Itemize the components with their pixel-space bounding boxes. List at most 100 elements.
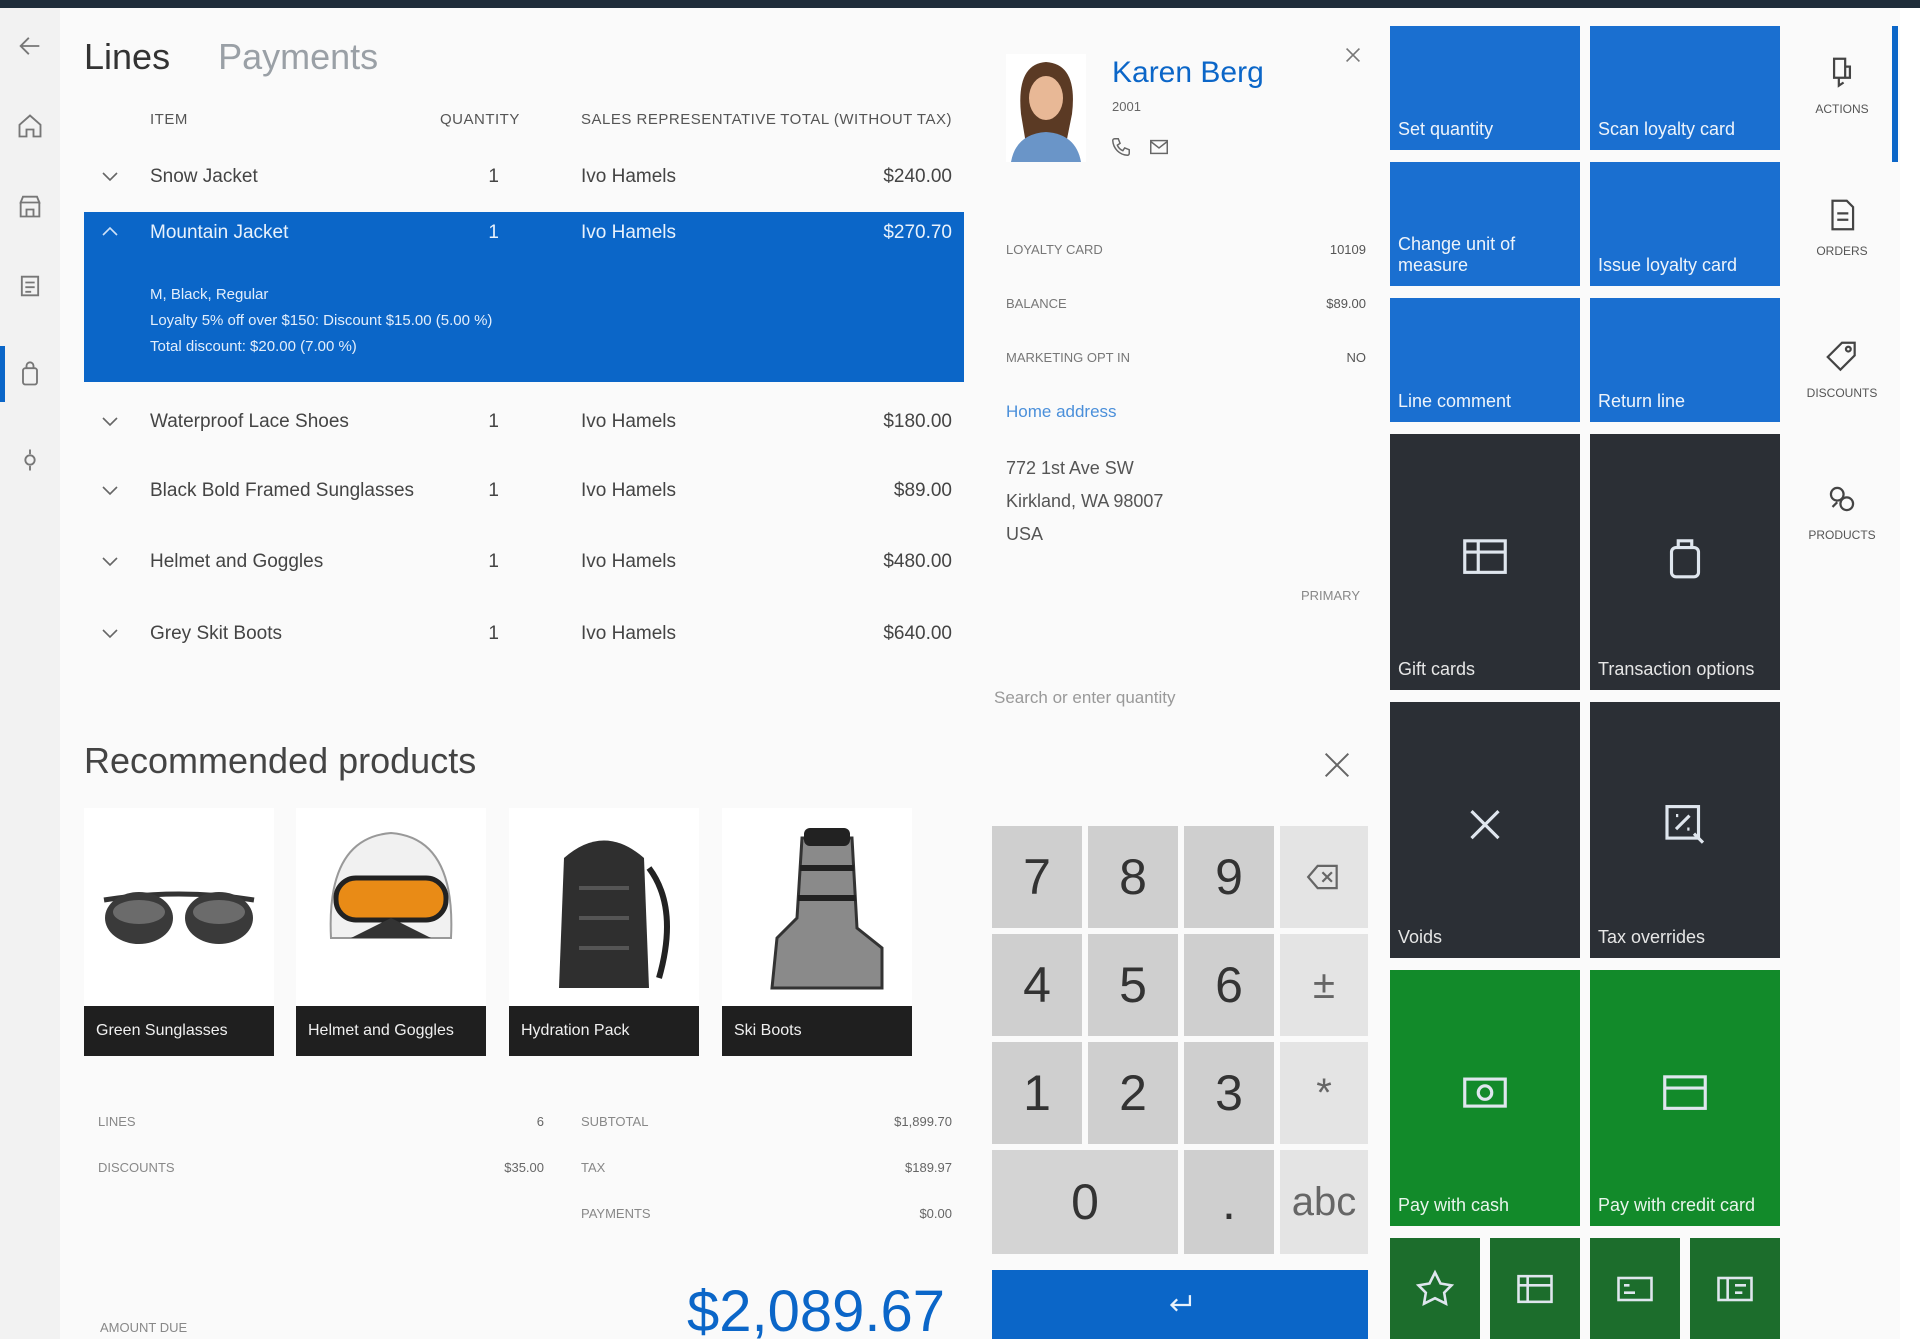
products-button[interactable]: Products	[1796, 452, 1888, 572]
chevron-down-icon[interactable]	[98, 164, 122, 188]
line-total: $89.00	[893, 480, 952, 501]
balance-row: Balance $89.00	[1006, 296, 1366, 311]
set-quantity-tile[interactable]: Set quantity	[1390, 26, 1580, 150]
address-heading[interactable]: Home address	[1006, 402, 1117, 422]
key-2[interactable]: 2	[1088, 1042, 1178, 1144]
chevron-up-icon[interactable]	[98, 220, 122, 244]
line-row[interactable]: Grey Skit Boots 1 Ivo Hamels $640.00	[84, 613, 964, 663]
product-card[interactable]: Helmet and Goggles	[296, 808, 486, 1056]
chevron-down-icon[interactable]	[98, 409, 122, 433]
col-total: Total (without tax)	[780, 111, 952, 128]
key-3[interactable]: 3	[1184, 1042, 1274, 1144]
issue-loyalty-card-tile[interactable]: Issue loyalty card	[1590, 162, 1780, 286]
chevron-down-icon[interactable]	[98, 549, 122, 573]
subtotal-value: $1,899.70	[894, 1114, 952, 1129]
phone-icon[interactable]	[1110, 136, 1132, 158]
mail-icon[interactable]	[1148, 136, 1170, 158]
tag-icon	[1826, 341, 1856, 372]
clear-icon[interactable]	[1320, 748, 1354, 782]
product-card[interactable]: Green Sunglasses	[84, 808, 274, 1056]
discounts-label: Discounts	[1806, 386, 1878, 400]
line-total: $240.00	[883, 166, 952, 187]
change-unit-tile[interactable]: Change unit of measure	[1390, 162, 1580, 286]
line-row[interactable]: Black Bold Framed Sunglasses 1 Ivo Hamel…	[84, 470, 964, 520]
tax-label: Tax	[581, 1160, 606, 1175]
plus-minus-key[interactable]: ±	[1280, 934, 1368, 1036]
abc-key[interactable]: abc	[1280, 1150, 1368, 1254]
line-total: $270.70	[883, 222, 952, 243]
payments-label: Payments	[581, 1206, 651, 1221]
scan-loyalty-card-tile[interactable]: Scan loyalty card	[1590, 26, 1780, 150]
key-7[interactable]: 7	[992, 826, 1082, 928]
pay-check-tile[interactable]	[1590, 1238, 1680, 1339]
key-6[interactable]: 6	[1184, 934, 1274, 1036]
tax-overrides-tile[interactable]: Tax overrides	[1590, 702, 1780, 958]
key-1[interactable]: 1	[992, 1042, 1082, 1144]
pay-store-credit-tile[interactable]	[1690, 1238, 1780, 1339]
quantity-search-input[interactable]: Search or enter quantity	[994, 688, 1175, 708]
star-key[interactable]: *	[1280, 1042, 1368, 1144]
recommended-title: Recommended products	[84, 740, 477, 781]
backspace-key[interactable]	[1280, 826, 1368, 928]
col-quantity: Quantity	[440, 111, 520, 128]
key-decimal[interactable]: .	[1184, 1150, 1274, 1254]
orders-button[interactable]: Orders	[1796, 168, 1888, 288]
line-item: Waterproof Lace Shoes	[150, 411, 349, 432]
pay-with-cash-tile[interactable]: Pay with cash	[1390, 970, 1580, 1226]
reports-icon[interactable]	[10, 266, 50, 306]
close-icon[interactable]	[1342, 44, 1364, 66]
line-row[interactable]: Helmet and Goggles 1 Ivo Hamels $480.00	[84, 541, 964, 591]
back-arrow-icon[interactable]	[10, 26, 50, 66]
credit-card-icon	[1663, 1075, 1707, 1110]
gift-card-icon	[1463, 539, 1507, 574]
right-bar: Actions Orders Discounts Products	[1796, 26, 1896, 626]
chevron-down-icon[interactable]	[98, 478, 122, 502]
store-icon[interactable]	[10, 186, 50, 226]
key-5[interactable]: 5	[1088, 934, 1178, 1036]
pay-card-tile[interactable]	[1490, 1238, 1580, 1339]
line-row[interactable]: Waterproof Lace Shoes 1 Ivo Hamels $180.…	[84, 401, 964, 451]
tab-lines[interactable]: Lines	[84, 36, 170, 78]
customer-name[interactable]: Karen Berg	[1112, 56, 1264, 90]
tab-payments[interactable]: Payments	[218, 36, 378, 78]
actions-button[interactable]: Actions	[1796, 26, 1888, 146]
settings-icon[interactable]	[10, 440, 50, 480]
card-icon	[1517, 1274, 1553, 1303]
key-0[interactable]: 0	[992, 1150, 1178, 1254]
marketing-label: Marketing opt in	[1006, 350, 1130, 365]
product-card[interactable]: Hydration Pack	[509, 808, 699, 1056]
line-row-selected[interactable]: Mountain Jacket 1 Ivo Hamels $270.70 M, …	[84, 212, 964, 382]
pay-loyalty-tile[interactable]	[1390, 1238, 1480, 1339]
backspace-icon	[1306, 864, 1338, 890]
tile-label: Voids	[1398, 927, 1443, 947]
lines-header: Item Quantity Sales representative Total…	[84, 111, 964, 135]
line-comment-tile[interactable]: Line comment	[1390, 298, 1580, 422]
enter-button[interactable]	[992, 1270, 1368, 1339]
cart-icon[interactable]	[0, 346, 50, 402]
recommended-products: Green Sunglasses Helmet and Goggles Hydr…	[84, 808, 924, 1056]
transaction-options-tile[interactable]: Transaction options	[1590, 434, 1780, 690]
chevron-down-icon[interactable]	[98, 621, 122, 645]
col-sales-rep: Sales representative	[581, 111, 777, 128]
discounts-button[interactable]: Discounts	[1796, 310, 1888, 430]
pay-with-credit-card-tile[interactable]: Pay with credit card	[1590, 970, 1780, 1226]
helmet-image	[329, 831, 453, 939]
tile-label: Return line	[1598, 391, 1686, 411]
window-top-strip	[0, 0, 1920, 8]
key-9[interactable]: 9	[1184, 826, 1274, 928]
key-4[interactable]: 4	[992, 934, 1082, 1036]
home-icon[interactable]	[10, 106, 50, 146]
product-card[interactable]: Ski Boots	[722, 808, 912, 1056]
store-credit-icon	[1717, 1276, 1753, 1301]
voids-tile[interactable]: Voids	[1390, 702, 1580, 958]
lines-value: 6	[536, 1114, 544, 1129]
line-row[interactable]: Snow Jacket 1 Ivo Hamels $240.00	[84, 156, 964, 206]
address-line: USA	[1006, 524, 1044, 544]
key-8[interactable]: 8	[1088, 826, 1178, 928]
balance-value: $89.00	[1326, 296, 1366, 311]
gift-cards-tile[interactable]: Gift cards	[1390, 434, 1580, 690]
product-name: Ski Boots	[722, 1006, 912, 1056]
tile-label: Transaction options	[1598, 659, 1755, 679]
products-icon	[1829, 486, 1855, 512]
return-line-tile[interactable]: Return line	[1590, 298, 1780, 422]
